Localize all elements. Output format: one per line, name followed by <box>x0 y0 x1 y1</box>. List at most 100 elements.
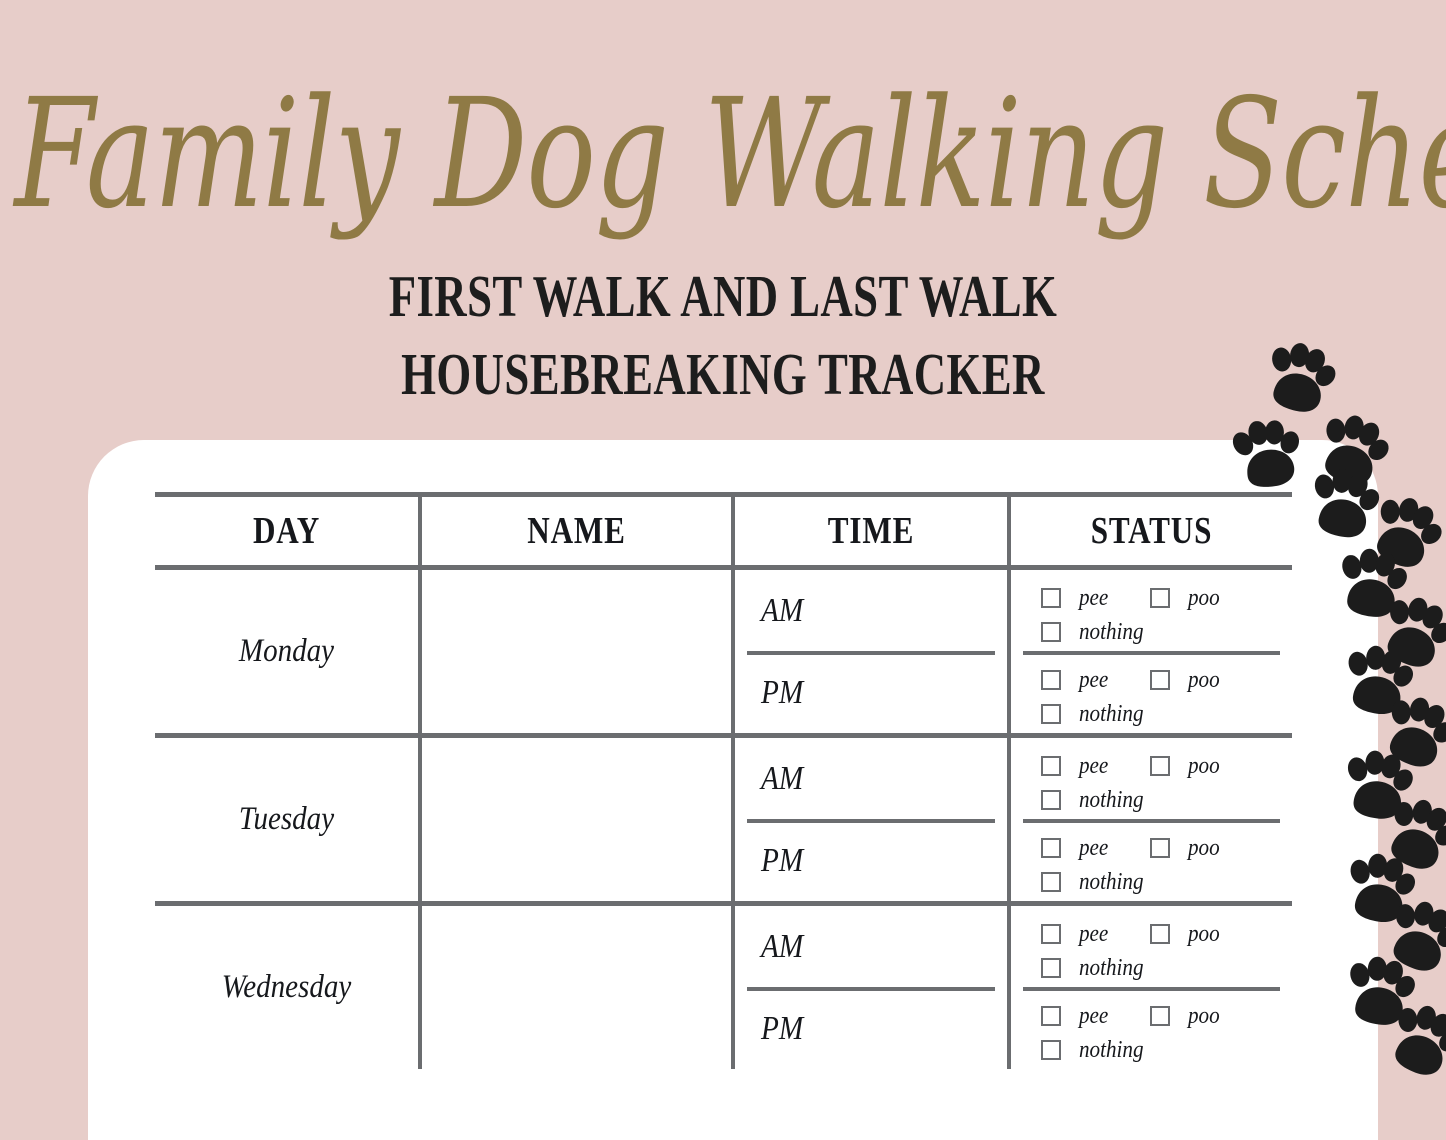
page-title: Family Dog Walking Schedule <box>14 65 1446 242</box>
status-option-poo[interactable]: poo <box>1150 921 1224 948</box>
status-option-pee[interactable]: pee <box>1041 921 1112 948</box>
status-label-poo: poo <box>1188 1002 1220 1029</box>
status-line-2: nothing <box>1041 865 1281 899</box>
table-header-row: DAY NAME TIME STATUS <box>155 497 1292 565</box>
header-divider-3 <box>1007 497 1011 565</box>
checkbox-poo[interactable] <box>1150 838 1171 858</box>
checkbox-nothing[interactable] <box>1041 704 1061 724</box>
status-options: pee poo nothing <box>1041 917 1281 985</box>
column-header-time: TIME <box>827 510 915 552</box>
status-option-nothing[interactable]: nothing <box>1041 955 1152 982</box>
subtitle-block: FIRST WALK AND LAST WALK HOUSEBREAKING T… <box>0 258 1446 414</box>
status-cell-monday: pee poo nothing pee poo nothing <box>1011 570 1292 733</box>
status-line-2: nothing <box>1041 951 1281 985</box>
status-label-poo: poo <box>1188 666 1220 693</box>
status-label-pee: pee <box>1079 584 1109 611</box>
status-option-pee[interactable]: pee <box>1041 667 1112 694</box>
checkbox-pee[interactable] <box>1041 1006 1061 1026</box>
checkbox-poo[interactable] <box>1150 924 1171 944</box>
status-half-divider <box>1023 987 1280 991</box>
time-slot-pm-wednesday[interactable]: PM <box>735 988 1007 1069</box>
status-label-poo: poo <box>1188 920 1220 947</box>
status-label-nothing: nothing <box>1079 954 1144 981</box>
checkbox-poo[interactable] <box>1150 670 1171 690</box>
row-divider-2-1 <box>418 738 422 901</box>
status-label-pee: pee <box>1079 1002 1109 1029</box>
row-divider-2-2 <box>731 738 735 901</box>
status-line-2: nothing <box>1041 783 1281 817</box>
subtitle-line-1: FIRST WALK AND LAST WALK <box>388 264 1058 330</box>
status-label-pee: pee <box>1079 752 1109 779</box>
time-slot-pm-tuesday[interactable]: PM <box>735 820 1007 901</box>
status-line-1: pee poo <box>1041 749 1281 783</box>
status-label-pee: pee <box>1079 834 1109 861</box>
name-field-tuesday[interactable] <box>422 738 731 901</box>
checkbox-pee[interactable] <box>1041 756 1061 776</box>
status-label-pee: pee <box>1079 920 1109 947</box>
status-option-pee[interactable]: pee <box>1041 1003 1112 1030</box>
checkbox-poo[interactable] <box>1150 756 1171 776</box>
status-label-nothing: nothing <box>1079 700 1144 727</box>
status-label-nothing: nothing <box>1079 1036 1144 1063</box>
checkbox-pee[interactable] <box>1041 588 1061 608</box>
time-cell-wednesday: AM PM <box>735 906 1007 1069</box>
ampm-label-pm: PM <box>761 673 804 711</box>
row-divider-3-3 <box>1007 906 1011 1069</box>
ampm-label-am: AM <box>761 591 804 629</box>
table-row: Wednesday AM PM pee poo nothing pee poo nothing <box>155 906 1292 1069</box>
status-option-poo[interactable]: poo <box>1150 667 1224 694</box>
time-slot-am-monday[interactable]: AM <box>735 570 1007 651</box>
row-divider-1-2 <box>731 570 735 733</box>
time-slot-am-tuesday[interactable]: AM <box>735 738 1007 819</box>
checkbox-nothing[interactable] <box>1041 622 1061 642</box>
status-option-pee[interactable]: pee <box>1041 835 1112 862</box>
time-half-divider <box>747 987 995 991</box>
checkbox-pee[interactable] <box>1041 924 1061 944</box>
name-field-wednesday[interactable] <box>422 906 731 1069</box>
checkbox-nothing[interactable] <box>1041 958 1061 978</box>
ampm-label-am: AM <box>761 759 804 797</box>
checkbox-poo[interactable] <box>1150 588 1171 608</box>
checkbox-nothing[interactable] <box>1041 1040 1061 1060</box>
status-option-poo[interactable]: poo <box>1150 835 1224 862</box>
status-group-pm-wednesday: pee poo nothing <box>1011 988 1292 1069</box>
subtitle-line-2: HOUSEBREAKING TRACKER <box>401 342 1045 408</box>
status-option-poo[interactable]: poo <box>1150 753 1224 780</box>
status-label-poo: poo <box>1188 584 1220 611</box>
status-option-pee[interactable]: pee <box>1041 753 1112 780</box>
name-field-monday[interactable] <box>422 570 731 733</box>
status-option-nothing[interactable]: nothing <box>1041 869 1152 896</box>
status-option-nothing[interactable]: nothing <box>1041 787 1152 814</box>
status-half-divider <box>1023 819 1280 823</box>
column-header-name: NAME <box>527 510 626 552</box>
column-header-day: DAY <box>252 510 321 552</box>
checkbox-nothing[interactable] <box>1041 790 1061 810</box>
column-header-status: STATUS <box>1090 510 1213 552</box>
status-line-2: nothing <box>1041 1033 1281 1067</box>
status-line-1: pee poo <box>1041 917 1281 951</box>
ampm-label-am: AM <box>761 927 804 965</box>
table-row: Tuesday AM PM pee poo nothing pee poo nothing <box>155 738 1292 901</box>
status-option-poo[interactable]: poo <box>1150 1003 1224 1030</box>
status-line-2: nothing <box>1041 615 1281 649</box>
status-line-2: nothing <box>1041 697 1281 731</box>
status-option-pee[interactable]: pee <box>1041 585 1112 612</box>
row-divider-1-1 <box>418 570 422 733</box>
checkbox-nothing[interactable] <box>1041 872 1061 892</box>
checkbox-poo[interactable] <box>1150 1006 1171 1026</box>
time-cell-tuesday: AM PM <box>735 738 1007 901</box>
status-options: pee poo nothing <box>1041 581 1281 649</box>
day-label-tuesday: Tuesday <box>238 801 335 837</box>
status-option-poo[interactable]: poo <box>1150 585 1224 612</box>
time-slot-pm-monday[interactable]: PM <box>735 652 1007 733</box>
status-option-nothing[interactable]: nothing <box>1041 619 1152 646</box>
time-slot-am-wednesday[interactable]: AM <box>735 906 1007 987</box>
table-row: Monday AM PM pee poo nothing pee poo nothing <box>155 570 1292 733</box>
time-cell-monday: AM PM <box>735 570 1007 733</box>
ampm-label-pm: PM <box>761 841 804 879</box>
checkbox-pee[interactable] <box>1041 670 1061 690</box>
status-option-nothing[interactable]: nothing <box>1041 701 1152 728</box>
status-option-nothing[interactable]: nothing <box>1041 1037 1152 1064</box>
checkbox-pee[interactable] <box>1041 838 1061 858</box>
time-half-divider <box>747 651 995 655</box>
